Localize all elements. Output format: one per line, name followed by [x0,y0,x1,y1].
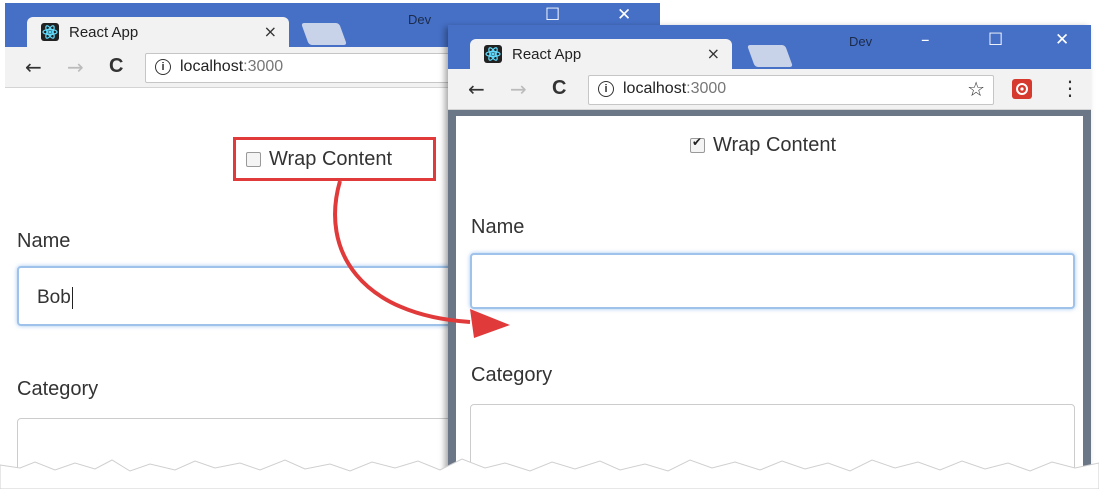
torn-edge-decoration [0,458,1099,489]
